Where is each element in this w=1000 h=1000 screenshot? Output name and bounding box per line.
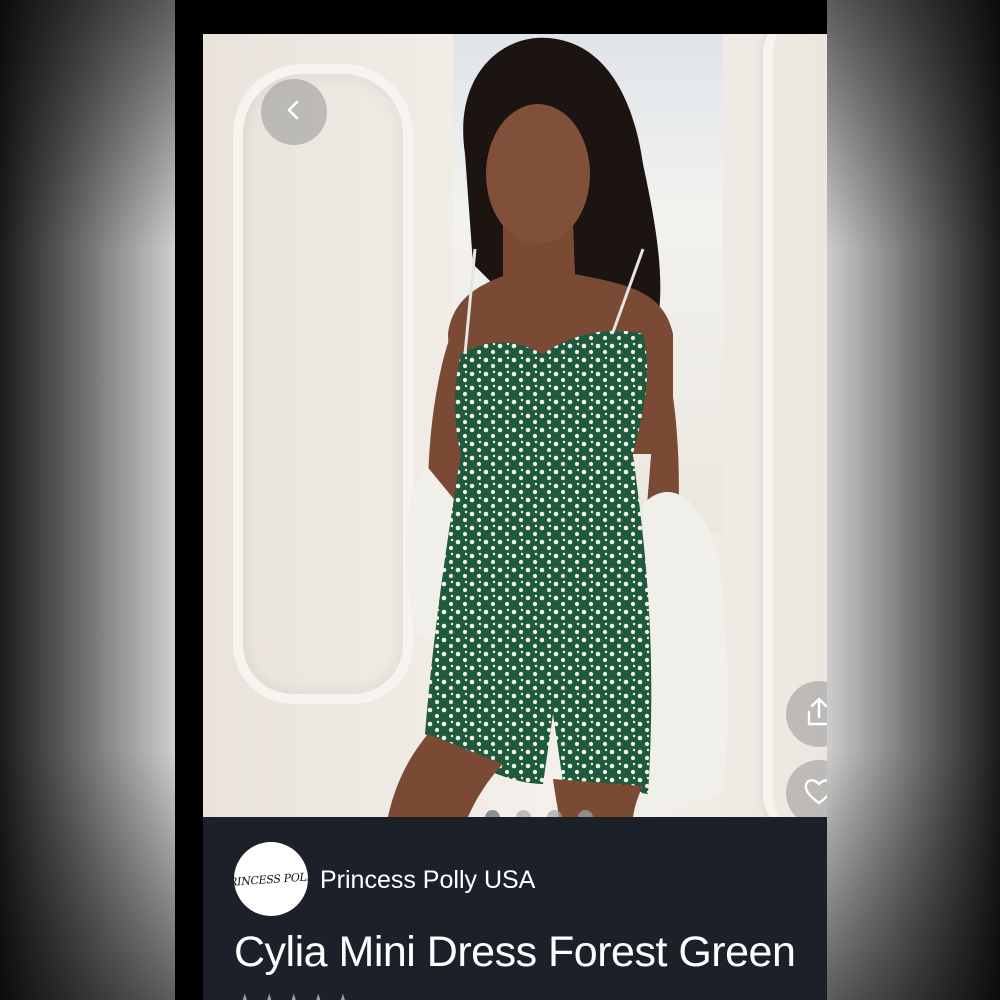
rating-stars[interactable]: ★★★★★ bbox=[234, 989, 357, 1000]
brand-name[interactable]: Princess Polly USA bbox=[320, 866, 535, 895]
phone-screen: PRINCESS POLLY Princess Polly USA Cylia … bbox=[175, 0, 827, 1000]
brand-logo-text: PRINCESS POLLY bbox=[234, 869, 308, 889]
model-figure bbox=[388, 37, 728, 817]
brand-logo[interactable]: PRINCESS POLLY bbox=[234, 842, 308, 916]
share-icon bbox=[802, 695, 827, 734]
carousel-dot[interactable] bbox=[547, 810, 562, 817]
back-button[interactable] bbox=[261, 79, 327, 145]
heart-icon bbox=[802, 774, 827, 813]
carousel-dot[interactable] bbox=[578, 810, 593, 817]
carousel-dot[interactable] bbox=[485, 810, 500, 817]
carousel-indicator[interactable] bbox=[485, 810, 593, 817]
product-title: Cylia Mini Dress Forest Green bbox=[234, 928, 796, 976]
product-info-panel: PRINCESS POLLY Princess Polly USA Cylia … bbox=[203, 817, 827, 1000]
chevron-left-icon bbox=[283, 99, 305, 126]
carousel-dot[interactable] bbox=[516, 810, 531, 817]
product-image[interactable] bbox=[203, 34, 827, 817]
